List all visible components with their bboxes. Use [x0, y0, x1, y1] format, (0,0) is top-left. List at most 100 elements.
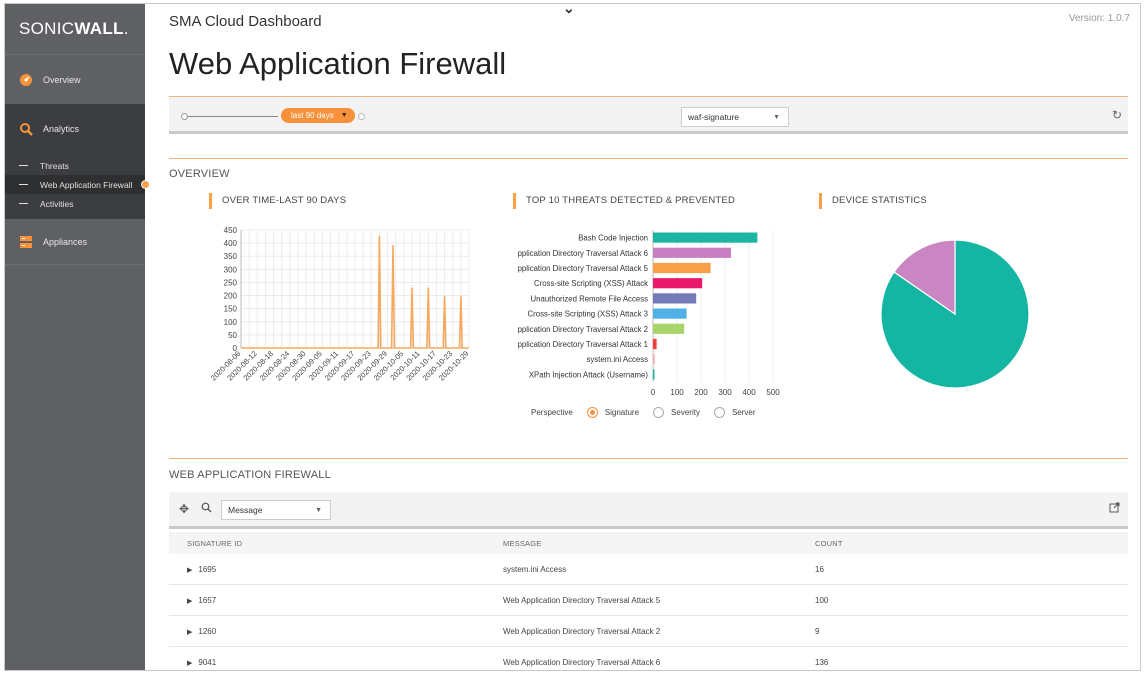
- signature-id-value: 1260: [198, 626, 217, 636]
- table-row[interactable]: ▶ 1260 Web Application Directory Traversa…: [169, 616, 1128, 647]
- radio-label: Signature: [604, 408, 640, 417]
- x-tick-label: 400: [742, 388, 756, 397]
- x-tick-label: 500: [766, 388, 780, 397]
- bar: [653, 369, 655, 380]
- sidebar-item-overview[interactable]: Overview: [5, 54, 145, 104]
- chevron-down-icon[interactable]: ⌄: [563, 4, 575, 17]
- signature-id-value: 9041: [198, 657, 217, 667]
- count-cell: 16: [815, 564, 824, 574]
- table-row[interactable]: ▶ 1657 Web Application Directory Traversa…: [169, 585, 1128, 616]
- perspective-signature-radio[interactable]: Signature: [586, 407, 640, 418]
- x-tick-label: 300: [718, 388, 732, 397]
- signature-id-cell: ▶ 1657: [169, 596, 503, 605]
- refresh-icon[interactable]: ↻: [1112, 108, 1122, 122]
- message-cell: Web Application Directory Traversal Atta…: [503, 657, 661, 667]
- section-divider: [169, 158, 1128, 159]
- table-toolbar: ✥ Message ▼: [169, 492, 1128, 529]
- slider-end-handle[interactable]: [358, 113, 365, 120]
- radio-icon: [653, 407, 665, 418]
- section-divider: [169, 458, 1128, 459]
- time-range-dropdown[interactable]: last 90 days ▼: [281, 108, 355, 123]
- dash-icon: [19, 165, 28, 166]
- analytics-magnifier-icon: [19, 122, 33, 136]
- sidebar-subitem-activities[interactable]: Activities: [5, 194, 145, 213]
- category-label: pplication Directory Traversal Attack 2: [518, 325, 648, 334]
- waf-section-title: WEB APPLICATION FIREWALL: [169, 469, 331, 481]
- breadcrumb[interactable]: SMA Cloud Dashboard: [169, 13, 322, 30]
- table-header: SIGNATURE ID MESSAGE COUNT: [169, 532, 1128, 554]
- waf-table: SIGNATURE ID MESSAGE COUNT ▶ 1695 system.…: [169, 532, 1128, 670]
- perspective-radio-group: Perspective Signature Severity Server: [531, 407, 756, 418]
- column-header-signature-id[interactable]: SIGNATURE ID: [169, 539, 503, 548]
- category-label: Unauthorized Remote File Access: [531, 294, 649, 303]
- top10-bar-chart: 0 100 200 300 400 500 Bash Code Injection pplic…: [518, 230, 780, 397]
- sidebar-item-appliances[interactable]: Appliances: [5, 219, 145, 265]
- y-tick-label: 400: [224, 239, 238, 248]
- report-type-value: waf-signature: [688, 112, 740, 122]
- expand-caret-icon[interactable]: ▶: [187, 629, 192, 636]
- x-tick-label: 200: [694, 388, 708, 397]
- signature-id-cell: ▶ 9041: [169, 658, 503, 667]
- y-tick-label: 50: [228, 331, 237, 340]
- category-label: Bash Code Injection: [578, 234, 648, 243]
- count-cell: 100: [815, 595, 829, 605]
- sidebar-item-analytics[interactable]: Analytics: [5, 104, 145, 154]
- bar: [653, 262, 711, 274]
- perspective-label: Perspective: [531, 408, 573, 417]
- sidebar-subitem-web-application-firewall[interactable]: Web Application Firewall: [5, 175, 150, 194]
- main-content: SMA Cloud Dashboard ⌄ Version: 1.0.7 Web…: [145, 4, 1140, 670]
- y-tick-label: 100: [224, 318, 238, 327]
- sidebar-item-label: Analytics: [43, 124, 80, 134]
- dash-icon: [19, 184, 28, 185]
- sidebar-subitem-threats[interactable]: Threats: [5, 156, 145, 175]
- perspective-server-radio[interactable]: Server: [713, 407, 756, 418]
- column-filter-select[interactable]: Message ▼: [221, 500, 331, 520]
- count-cell: 136: [815, 657, 829, 667]
- version-label: Version: 1.0.7: [1068, 13, 1130, 24]
- radio-icon: [713, 407, 725, 418]
- over-time-line-chart: 0501001502002503003504004502020-08-06202…: [209, 226, 470, 383]
- slider-track[interactable]: [188, 116, 278, 117]
- category-label: pplication Directory Traversal Attack 5: [518, 264, 649, 273]
- search-icon[interactable]: [201, 502, 212, 516]
- category-label: Cross-site Scripting (XSS) Attack 3: [528, 310, 648, 319]
- column-header-count[interactable]: COUNT: [815, 539, 1128, 548]
- filter-bar: last 90 days ▼ waf-signature ▼ ↻: [169, 96, 1128, 134]
- expand-caret-icon[interactable]: ▶: [187, 598, 192, 605]
- over-time-panel-title: OVER TIME-LAST 90 DAYS: [209, 193, 346, 209]
- category-label: system.ini Access: [586, 355, 648, 364]
- count-cell: 9: [815, 626, 820, 636]
- overview-section-title: OVERVIEW: [169, 168, 230, 180]
- slider-start-handle[interactable]: [181, 113, 188, 120]
- y-tick-label: 450: [224, 226, 238, 235]
- data-point: [392, 244, 394, 247]
- bar: [653, 293, 697, 304]
- drag-move-icon[interactable]: ✥: [179, 502, 189, 516]
- data-point: [378, 235, 381, 238]
- expand-caret-icon[interactable]: ▶: [187, 660, 192, 667]
- category-label: pplication Directory Traversal Attack 6: [518, 249, 648, 258]
- caret-down-icon: ▼: [773, 113, 780, 121]
- column-filter-value: Message: [228, 505, 263, 515]
- device-stats-panel-title: DEVICE STATISTICS: [819, 193, 927, 209]
- data-point: [411, 287, 413, 290]
- bar: [653, 247, 731, 258]
- analytics-submenu: Threats Web Application Firewall Activit…: [5, 154, 150, 219]
- table-row[interactable]: ▶ 9041 Web Application Directory Traversa…: [169, 647, 1128, 670]
- bar: [653, 232, 758, 243]
- table-row[interactable]: ▶ 1695 system.ini Access 16: [169, 554, 1128, 585]
- export-icon[interactable]: [1109, 502, 1120, 516]
- dash-icon: [19, 203, 28, 204]
- y-tick-label: 250: [224, 278, 238, 287]
- column-header-message[interactable]: MESSAGE: [503, 539, 815, 548]
- message-cell: system.ini Access: [503, 564, 567, 574]
- report-type-select[interactable]: waf-signature ▼: [681, 107, 789, 127]
- top10-panel-title: TOP 10 THREATS DETECTED & PREVENTED: [513, 193, 735, 209]
- caret-down-icon: ▼: [315, 506, 322, 514]
- radio-label: Server: [731, 408, 756, 417]
- perspective-severity-radio[interactable]: Severity: [653, 407, 700, 418]
- signature-id-value: 1657: [198, 595, 217, 605]
- sidebar-item-label: Appliances: [43, 236, 88, 247]
- expand-caret-icon[interactable]: ▶: [187, 567, 192, 574]
- bar: [653, 354, 655, 365]
